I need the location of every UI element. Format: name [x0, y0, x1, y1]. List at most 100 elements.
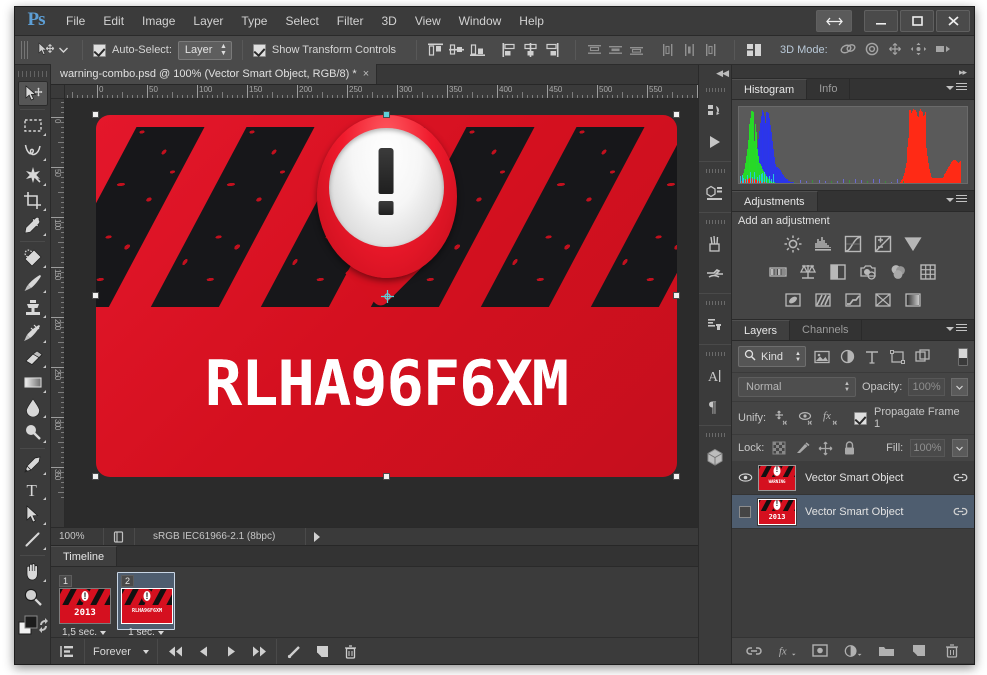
- transform-reference-point[interactable]: [381, 290, 394, 303]
- history-panel-icon[interactable]: [699, 97, 731, 127]
- document-info-icon[interactable]: [104, 531, 134, 543]
- gradient-tool[interactable]: [18, 370, 48, 395]
- transform-handle[interactable]: [92, 111, 99, 118]
- align-top-edges-icon[interactable]: [427, 42, 444, 58]
- align-horizontal-centers-icon[interactable]: [522, 42, 539, 58]
- align-vertical-centers-icon[interactable]: [448, 42, 465, 58]
- path-selection-tool[interactable]: [18, 502, 48, 527]
- lasso-tool[interactable]: [18, 138, 48, 163]
- opacity-dropdown-button[interactable]: [951, 378, 968, 396]
- align-bottom-edges-icon[interactable]: [469, 42, 486, 58]
- menu-help[interactable]: Help: [510, 10, 553, 32]
- tab-layers[interactable]: Layers: [732, 320, 790, 340]
- character-panel-icon[interactable]: A: [699, 361, 731, 391]
- hand-tool[interactable]: [18, 559, 48, 584]
- layer-visibility-toggle[interactable]: [732, 472, 758, 483]
- layer-thumbnail[interactable]: 2013: [758, 499, 796, 525]
- levels-icon[interactable]: [812, 233, 834, 255]
- pan-3d-icon[interactable]: [887, 42, 903, 59]
- menu-edit[interactable]: Edit: [94, 10, 133, 32]
- unify-layer-position-icon[interactable]: [773, 409, 791, 427]
- show-transform-controls-checkbox[interactable]: [253, 44, 266, 57]
- menu-layer[interactable]: Layer: [184, 10, 232, 32]
- tween-animation-frames-icon[interactable]: [280, 639, 308, 665]
- actions-panel-icon[interactable]: [699, 127, 731, 157]
- lock-transparent-pixels-icon[interactable]: [771, 439, 787, 457]
- menu-type[interactable]: Type: [232, 10, 276, 32]
- toolbox-grip[interactable]: [15, 68, 50, 79]
- layer-row[interactable]: 2013Vector Smart Object: [732, 495, 974, 529]
- line-shape-tool[interactable]: [18, 527, 48, 552]
- expand-panels-icon[interactable]: ▸▸: [959, 67, 966, 78]
- menu-filter[interactable]: Filter: [328, 10, 373, 32]
- move-tool[interactable]: [18, 81, 48, 106]
- transform-handle[interactable]: [383, 473, 390, 480]
- exposure-icon[interactable]: [872, 233, 894, 255]
- document-tab[interactable]: warning-combo.psd @ 100% (Vector Smart O…: [51, 64, 377, 84]
- propagate-frame-checkbox[interactable]: [854, 412, 867, 425]
- collapse-panels-icon[interactable]: ◀◀: [716, 68, 728, 79]
- color-lookup-icon[interactable]: [917, 261, 939, 283]
- link-layers-icon[interactable]: [745, 642, 763, 660]
- invert-icon[interactable]: [782, 289, 804, 311]
- tab-timeline[interactable]: Timeline: [51, 546, 117, 566]
- lock-image-pixels-icon[interactable]: [795, 439, 811, 457]
- dodge-tool[interactable]: [18, 420, 48, 445]
- type-tool[interactable]: T: [18, 477, 48, 502]
- minimize-icon[interactable]: [864, 10, 898, 32]
- brush-presets-panel-icon[interactable]: [699, 259, 731, 289]
- layer-smart-object-link-icon[interactable]: [946, 472, 974, 483]
- tab-histogram[interactable]: Histogram: [732, 79, 807, 99]
- fill-dropdown-button[interactable]: [952, 439, 968, 457]
- color-swatches[interactable]: [17, 614, 49, 640]
- orbit-3d-icon[interactable]: [839, 42, 857, 59]
- layers-empty-area[interactable]: [732, 529, 974, 637]
- color-balance-icon[interactable]: [797, 261, 819, 283]
- menu-image[interactable]: Image: [133, 10, 184, 32]
- duplicate-selected-frames-icon[interactable]: [308, 639, 336, 665]
- tool-preset-picker[interactable]: [34, 41, 72, 59]
- arrange-documents-icon[interactable]: [816, 10, 852, 32]
- menu-file[interactable]: File: [57, 10, 94, 32]
- filter-pixel-layers-icon[interactable]: [813, 348, 831, 366]
- menu-3d[interactable]: 3D: [372, 10, 405, 32]
- menu-view[interactable]: View: [406, 10, 450, 32]
- clone-stamp-tool[interactable]: [18, 295, 48, 320]
- new-group-icon[interactable]: [877, 642, 895, 660]
- auto-align-layers-icon[interactable]: [745, 42, 764, 58]
- filter-smart-objects-icon[interactable]: [913, 348, 931, 366]
- distribute-vertical-centers-icon[interactable]: [607, 42, 624, 58]
- eraser-tool[interactable]: [18, 345, 48, 370]
- transform-handle[interactable]: [673, 473, 680, 480]
- measurement-log-panel-icon[interactable]: [699, 178, 731, 208]
- slide-3d-icon[interactable]: [910, 42, 927, 59]
- dock-group-grip[interactable]: [704, 430, 726, 439]
- pen-tool[interactable]: [18, 452, 48, 477]
- layer-smart-object-link-icon[interactable]: [946, 506, 974, 517]
- delete-selected-frames-icon[interactable]: [336, 639, 364, 665]
- dock-group-grip[interactable]: [704, 349, 726, 358]
- quick-selection-tool[interactable]: [18, 163, 48, 188]
- transform-handle[interactable]: [673, 292, 680, 299]
- transform-handle[interactable]: [673, 111, 680, 118]
- tab-info[interactable]: Info: [807, 79, 850, 99]
- distribute-top-edges-icon[interactable]: [586, 42, 603, 58]
- ruler-corner[interactable]: [51, 85, 65, 99]
- play-arrow-icon[interactable]: [306, 532, 328, 542]
- roll-3d-icon[interactable]: [864, 42, 880, 59]
- histogram-panel-menu-icon[interactable]: [946, 83, 967, 92]
- menu-select[interactable]: Select: [276, 10, 327, 32]
- dock-group-grip[interactable]: [704, 217, 726, 226]
- vibrance-icon[interactable]: [902, 233, 924, 255]
- layer-thumbnail[interactable]: WARNING: [758, 465, 796, 491]
- select-next-frame-button[interactable]: [245, 639, 273, 665]
- paragraph-panel-icon[interactable]: ¶: [699, 391, 731, 421]
- menu-window[interactable]: Window: [450, 10, 511, 32]
- options-bar-grip[interactable]: [21, 41, 28, 59]
- new-layer-icon[interactable]: [910, 642, 928, 660]
- lock-position-icon[interactable]: [818, 439, 834, 457]
- delete-layer-icon[interactable]: [943, 642, 961, 660]
- hue-saturation-icon[interactable]: [767, 261, 789, 283]
- black-and-white-icon[interactable]: [827, 261, 849, 283]
- distribute-right-edges-icon[interactable]: [702, 42, 719, 58]
